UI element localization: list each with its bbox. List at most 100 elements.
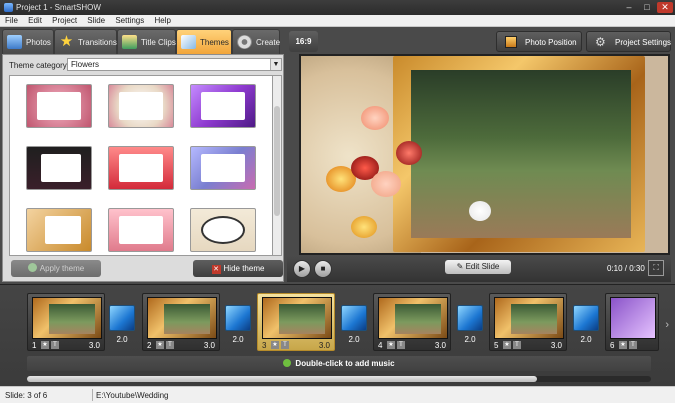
slide-number: 5 [494,341,499,350]
text-icon[interactable]: T [397,341,405,349]
music-track[interactable]: Double-click to add music [27,356,651,371]
menu-settings[interactable]: Settings [110,15,147,25]
playback-bar: ▶ ■ ✎ Edit Slide 0:10 / 0:30 ⛶ [287,256,671,282]
slide-number: 3 [262,341,267,350]
title-bar: Project 1 - SmartSHOW – □ ✕ [0,0,675,15]
theme-thumb-1[interactable] [26,84,92,128]
transition-duration: 2.0 [116,335,128,344]
star-icon[interactable]: ★ [156,341,164,349]
tab-create-label: Create [256,38,281,47]
status-bar: Slide: 3 of 6 E:\Youtube\Wedding [0,386,675,403]
theme-thumb-9[interactable] [190,208,256,252]
slide-duration: 3.0 [203,341,215,350]
theme-thumb-7[interactable] [26,208,92,252]
transition-thumb[interactable] [225,305,251,331]
menu-slide[interactable]: Slide [82,15,108,25]
tab-create[interactable]: Create [232,29,280,54]
theme-thumb-4[interactable] [26,146,92,190]
project-settings-label: Project Settings [615,38,672,47]
slide-duration: 3.0 [318,341,330,350]
tab-photos-label: Photos [26,38,51,47]
text-icon[interactable]: T [281,341,289,349]
window-title: Project 1 - SmartSHOW [16,3,101,12]
play-icon[interactable]: ▶ [293,260,311,278]
maximize-button[interactable]: □ [639,2,655,13]
transition-duration: 2.0 [580,335,592,344]
apply-theme-button[interactable]: Apply theme [11,260,101,277]
flower-decoration [396,141,422,165]
text-icon[interactable]: T [51,341,59,349]
tab-transitions[interactable]: ★ Transitions [54,29,117,54]
theme-category-label: Theme category: [9,61,70,70]
slide-thumb[interactable]: 2 ★ T 3.0 [142,293,220,351]
transition-thumb[interactable] [109,305,135,331]
tab-themes[interactable]: Themes [176,29,232,54]
theme-grid-scrollbar[interactable] [273,75,282,256]
aspect-ratio-button[interactable]: 16:9 [289,31,318,52]
photo-position-icon [505,36,517,48]
transition-duration: 2.0 [348,335,360,344]
preview-photo [411,70,631,238]
fullscreen-icon[interactable]: ⛶ [648,260,664,276]
theme-thumb-8[interactable] [108,208,174,252]
chevron-down-icon: ▼ [270,59,281,70]
menu-file[interactable]: File [0,15,21,25]
photo-position-button[interactable]: Photo Position [496,31,582,52]
star-icon[interactable]: ★ [387,341,395,349]
theme-thumb-2[interactable] [108,84,174,128]
star-icon[interactable]: ★ [503,341,511,349]
gear-icon: ⚙ [595,35,606,49]
slide-thumb[interactable]: 4 ★ T 3.0 [373,293,451,351]
playback-time: 0:10 / 0:30 [607,264,645,273]
menu-edit[interactable]: Edit [23,15,45,25]
title-clips-icon [122,35,137,49]
star-icon[interactable]: ★ [271,341,279,349]
project-settings-button[interactable]: ⚙ Project Settings [586,31,671,52]
slide-thumb[interactable]: 1 ★ T 3.0 [27,293,105,351]
tab-title-clips-label: Title Clips [141,38,176,47]
hide-theme-button[interactable]: ✕ Hide theme [193,260,283,277]
menu-help[interactable]: Help [149,15,173,25]
menu-bar: File Edit Project Slide Settings Help [0,15,675,27]
tab-bar: Photos ★ Transitions Title Clips Themes … [2,29,298,54]
menu-project[interactable]: Project [47,15,80,25]
app-icon [4,3,13,12]
theme-thumb-3[interactable] [190,84,256,128]
slide-thumb[interactable]: 6 ★ T [605,293,659,351]
star-icon: ★ [59,33,74,50]
theme-thumb-6[interactable] [190,146,256,190]
slide-thumb-selected[interactable]: 3 ★ T 3.0 [257,293,335,351]
slide-thumb[interactable]: 5 ★ T 3.0 [489,293,567,351]
tab-title-clips[interactable]: Title Clips [117,29,176,54]
film-reel-icon [237,35,252,49]
chevron-right-icon[interactable]: › [665,319,669,331]
tab-photos[interactable]: Photos [2,29,54,54]
star-icon[interactable]: ★ [41,341,49,349]
text-icon[interactable]: T [166,341,174,349]
flower-decoration [371,171,401,197]
tab-transitions-label: Transitions [78,38,117,47]
slide-number: 1 [32,341,37,350]
close-icon: ✕ [211,265,221,274]
apply-theme-label: Apply theme [39,264,85,273]
slide-status: Slide: 3 of 6 [5,391,48,400]
transition-thumb[interactable] [457,305,483,331]
close-button[interactable]: ✕ [657,2,673,13]
star-icon[interactable]: ★ [619,341,627,349]
edit-slide-button[interactable]: ✎ Edit Slide [445,260,511,274]
slide-number: 2 [147,341,152,350]
slide-duration: 3.0 [88,341,100,350]
stop-icon[interactable]: ■ [314,260,332,278]
text-icon[interactable]: T [629,341,637,349]
pencil-icon: ✎ [456,262,466,271]
timeline-scrollbar[interactable] [27,376,651,382]
theme-category-select[interactable]: Flowers ▼ [67,58,282,71]
slide-number: 4 [378,341,383,350]
minimize-button[interactable]: – [621,2,637,13]
transition-thumb[interactable] [341,305,367,331]
flower-decoration [469,201,491,221]
theme-thumb-5[interactable] [108,146,174,190]
text-icon[interactable]: T [513,341,521,349]
transition-thumb[interactable] [573,305,599,331]
slide-number: 6 [610,341,615,350]
